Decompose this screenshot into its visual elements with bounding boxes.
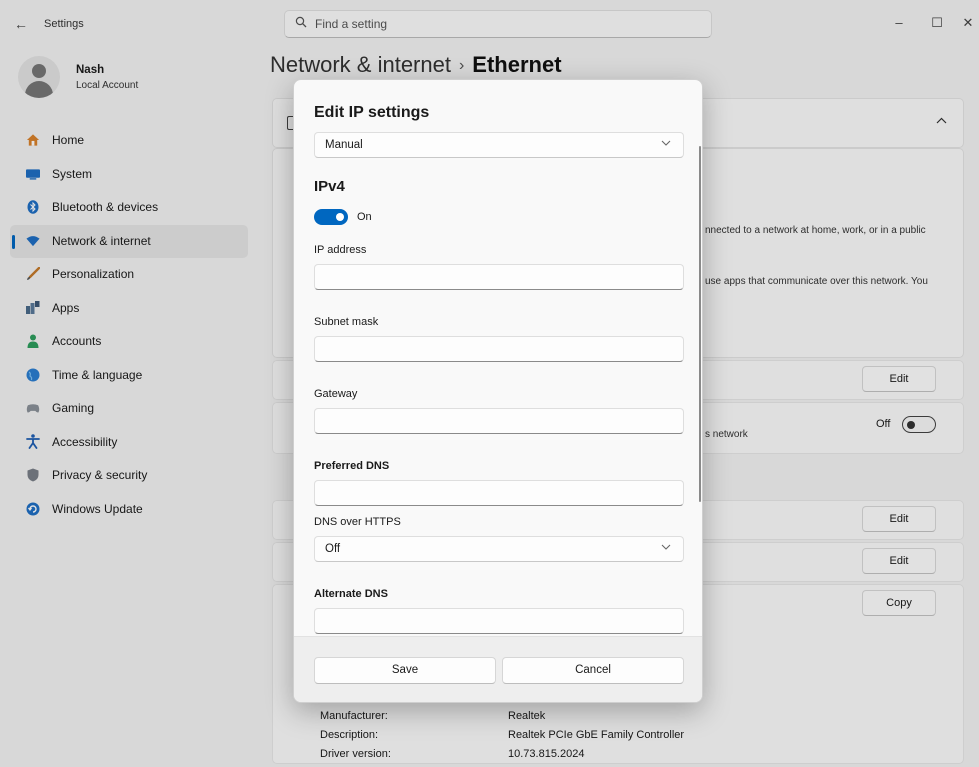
subnet-mask-field[interactable]: [314, 336, 684, 362]
dialog-content: Edit IP settings Manual IPv4 On IP addre…: [294, 80, 702, 636]
preferred-dns-label: Preferred DNS: [314, 460, 390, 472]
ip-mode-value: Manual: [325, 139, 363, 151]
edit-ip-settings-dialog: Edit IP settings Manual IPv4 On IP addre…: [293, 79, 703, 703]
chevron-down-icon: [661, 542, 671, 553]
subnet-mask-label: Subnet mask: [314, 316, 379, 328]
alternate-dns-label: Alternate DNS: [314, 588, 388, 600]
chevron-down-icon: [661, 138, 671, 149]
dialog-footer: Save Cancel: [294, 636, 702, 702]
ipv4-toggle[interactable]: [314, 209, 348, 225]
gateway-label: Gateway: [314, 388, 358, 400]
dialog-title: Edit IP settings: [314, 104, 430, 121]
dns-over-https-label: DNS over HTTPS: [314, 516, 401, 528]
dialog-scrollbar[interactable]: [699, 146, 701, 502]
dns-over-https-select[interactable]: Off: [314, 536, 684, 562]
alternate-dns-field[interactable]: [314, 608, 684, 634]
ipv4-heading: IPv4: [314, 178, 345, 195]
gateway-field[interactable]: [314, 408, 684, 434]
ip-address-label: IP address: [314, 244, 367, 256]
save-button[interactable]: Save: [314, 657, 496, 684]
dns-over-https-value: Off: [325, 543, 341, 555]
ip-address-field[interactable]: [314, 264, 684, 290]
preferred-dns-field[interactable]: [314, 480, 684, 506]
cancel-button[interactable]: Cancel: [502, 657, 684, 684]
ip-mode-select[interactable]: Manual: [314, 132, 684, 158]
ipv4-toggle-label: On: [357, 211, 372, 223]
